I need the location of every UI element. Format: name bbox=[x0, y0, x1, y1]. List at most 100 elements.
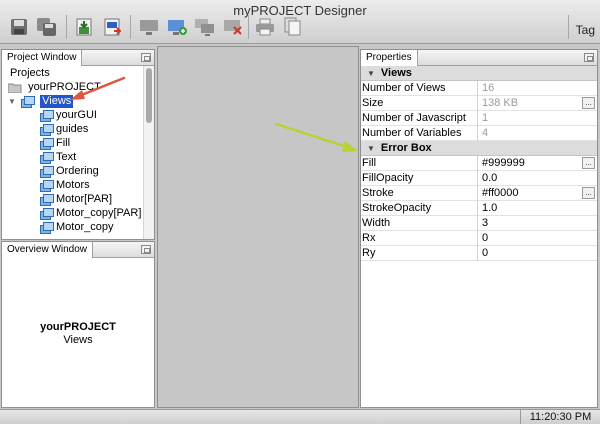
tag-label[interactable]: Tag bbox=[576, 23, 595, 37]
property-row[interactable]: Ry 0 bbox=[361, 246, 597, 261]
status-time: 11:20:30 PM bbox=[520, 410, 600, 424]
project-tree: Projects yourPROJECT ▼ Views yourGUI gui… bbox=[2, 66, 142, 239]
view-icon bbox=[40, 166, 54, 178]
print-icon[interactable] bbox=[254, 17, 276, 37]
scrollbar-thumb[interactable] bbox=[146, 68, 152, 123]
view-icon bbox=[40, 222, 54, 234]
property-value[interactable]: 0 bbox=[482, 231, 579, 246]
tab-overview-window[interactable]: Overview Window bbox=[2, 242, 94, 258]
property-group-views[interactable]: ▼ Views bbox=[361, 66, 597, 81]
properties-panel: Properties ▼ Views Number of Views 16 Siz… bbox=[360, 49, 598, 408]
tree-item-view[interactable]: Motor[PAR] bbox=[40, 193, 112, 206]
project-window-header: Project Window bbox=[2, 50, 154, 66]
properties-header: Properties bbox=[361, 50, 597, 66]
tab-project-window[interactable]: Project Window bbox=[2, 50, 83, 66]
toolbar-separator bbox=[130, 15, 131, 39]
overview-window-header: Overview Window bbox=[2, 242, 154, 258]
maximize-icon[interactable] bbox=[141, 53, 151, 62]
view-icon bbox=[40, 138, 54, 150]
view-icon bbox=[40, 194, 54, 206]
property-row[interactable]: Width 3 bbox=[361, 216, 597, 231]
copy-view-icon[interactable] bbox=[194, 17, 216, 37]
view-label: Motor[PAR] bbox=[56, 193, 113, 205]
pages-icon[interactable] bbox=[282, 17, 304, 37]
color-picker-button[interactable]: ... bbox=[582, 187, 595, 199]
property-value: 16 bbox=[482, 82, 495, 94]
property-value[interactable]: 1.0 bbox=[482, 201, 579, 216]
view-label: Motors bbox=[56, 179, 90, 191]
toolbar-separator bbox=[66, 15, 67, 39]
view-icon bbox=[40, 208, 54, 220]
view-label: Text bbox=[56, 151, 77, 163]
views-label: Views bbox=[40, 95, 74, 108]
tree-item-view[interactable]: Ordering bbox=[40, 165, 99, 178]
property-name: Number of Javascript bbox=[361, 111, 478, 126]
tree-root-projects[interactable]: Projects bbox=[10, 67, 50, 80]
maximize-icon[interactable] bbox=[584, 53, 594, 62]
color-picker-button[interactable]: ... bbox=[582, 157, 595, 169]
project-tree-scrollbar[interactable] bbox=[143, 66, 154, 239]
maximize-icon[interactable] bbox=[141, 245, 151, 254]
folder-icon bbox=[7, 83, 22, 94]
property-value: 1 bbox=[482, 112, 489, 124]
tree-item-view[interactable]: Motors bbox=[40, 179, 90, 192]
tree-item-project[interactable]: yourPROJECT bbox=[7, 81, 101, 94]
property-row[interactable]: Rx 0 bbox=[361, 231, 597, 246]
save-icon[interactable] bbox=[8, 17, 30, 37]
view-label: Motor_copy bbox=[56, 221, 114, 233]
tree-item-views[interactable]: ▼ Views bbox=[8, 95, 74, 108]
property-row: Size 138 KB ... bbox=[361, 96, 597, 111]
group-label: Views bbox=[380, 67, 412, 79]
property-row: Number of Javascript 1 bbox=[361, 111, 597, 126]
property-value[interactable]: 0.0 bbox=[482, 171, 579, 186]
add-view-icon[interactable] bbox=[166, 17, 188, 37]
edit-button[interactable]: ... bbox=[582, 97, 595, 109]
tree-item-view[interactable]: Fill bbox=[40, 137, 70, 150]
tab-properties[interactable]: Properties bbox=[361, 50, 418, 66]
property-row: Number of Views 16 bbox=[361, 81, 597, 96]
delete-view-icon[interactable] bbox=[222, 17, 244, 37]
view-label: Motor_copy[PAR] bbox=[56, 207, 142, 219]
property-group-error-box[interactable]: ▼ Error Box bbox=[361, 141, 597, 156]
save-all-icon[interactable] bbox=[36, 17, 58, 37]
collapse-triangle-icon[interactable]: ▼ bbox=[367, 69, 375, 78]
property-name: Number of Variables bbox=[361, 126, 478, 141]
project-name-label: yourPROJECT bbox=[28, 81, 101, 93]
property-row[interactable]: Fill #999999 ... bbox=[361, 156, 597, 171]
views-folder-icon bbox=[21, 96, 36, 108]
tree-item-view[interactable]: Motor_copy[PAR] bbox=[40, 207, 141, 220]
monitor-icon[interactable] bbox=[138, 17, 160, 37]
view-label: guides bbox=[56, 123, 89, 135]
property-value: 138 KB bbox=[482, 97, 519, 109]
overview-window: Overview Window yourPROJECT Views bbox=[1, 241, 155, 408]
property-row[interactable]: StrokeOpacity 1.0 bbox=[361, 201, 597, 216]
property-name: StrokeOpacity bbox=[361, 201, 478, 216]
import-icon[interactable] bbox=[74, 17, 96, 37]
property-value[interactable]: #ff0000 bbox=[482, 186, 579, 201]
property-row[interactable]: Stroke #ff0000 ... bbox=[361, 186, 597, 201]
view-icon bbox=[40, 110, 54, 122]
title-toolbar: myPROJECT Designer Tag bbox=[0, 0, 600, 44]
expand-triangle-icon[interactable]: ▼ bbox=[8, 95, 18, 108]
property-name: FillOpacity bbox=[361, 171, 478, 186]
tree-item-view[interactable]: Text bbox=[40, 151, 76, 164]
collapse-triangle-icon[interactable]: ▼ bbox=[367, 144, 375, 153]
tree-item-view[interactable]: guides bbox=[40, 123, 88, 136]
view-label: yourGUI bbox=[56, 109, 97, 121]
tree-item-view[interactable]: Motor_copy bbox=[40, 221, 113, 234]
status-bar: 11:20:30 PM bbox=[0, 409, 600, 424]
toolbar-separator bbox=[248, 15, 249, 39]
property-name: Number of Views bbox=[361, 81, 478, 96]
property-name: Rx bbox=[361, 231, 478, 246]
property-row[interactable]: FillOpacity 0.0 bbox=[361, 171, 597, 186]
editor-area[interactable] bbox=[157, 46, 359, 408]
property-name: Stroke bbox=[361, 186, 478, 201]
export-icon[interactable] bbox=[102, 17, 124, 37]
view-icon bbox=[40, 124, 54, 136]
property-value[interactable]: #999999 bbox=[482, 156, 579, 171]
group-label: Error Box bbox=[380, 142, 432, 154]
property-value[interactable]: 0 bbox=[482, 246, 579, 261]
property-value[interactable]: 3 bbox=[482, 216, 579, 231]
property-name: Size bbox=[361, 96, 478, 111]
tree-item-view[interactable]: yourGUI bbox=[40, 109, 97, 122]
